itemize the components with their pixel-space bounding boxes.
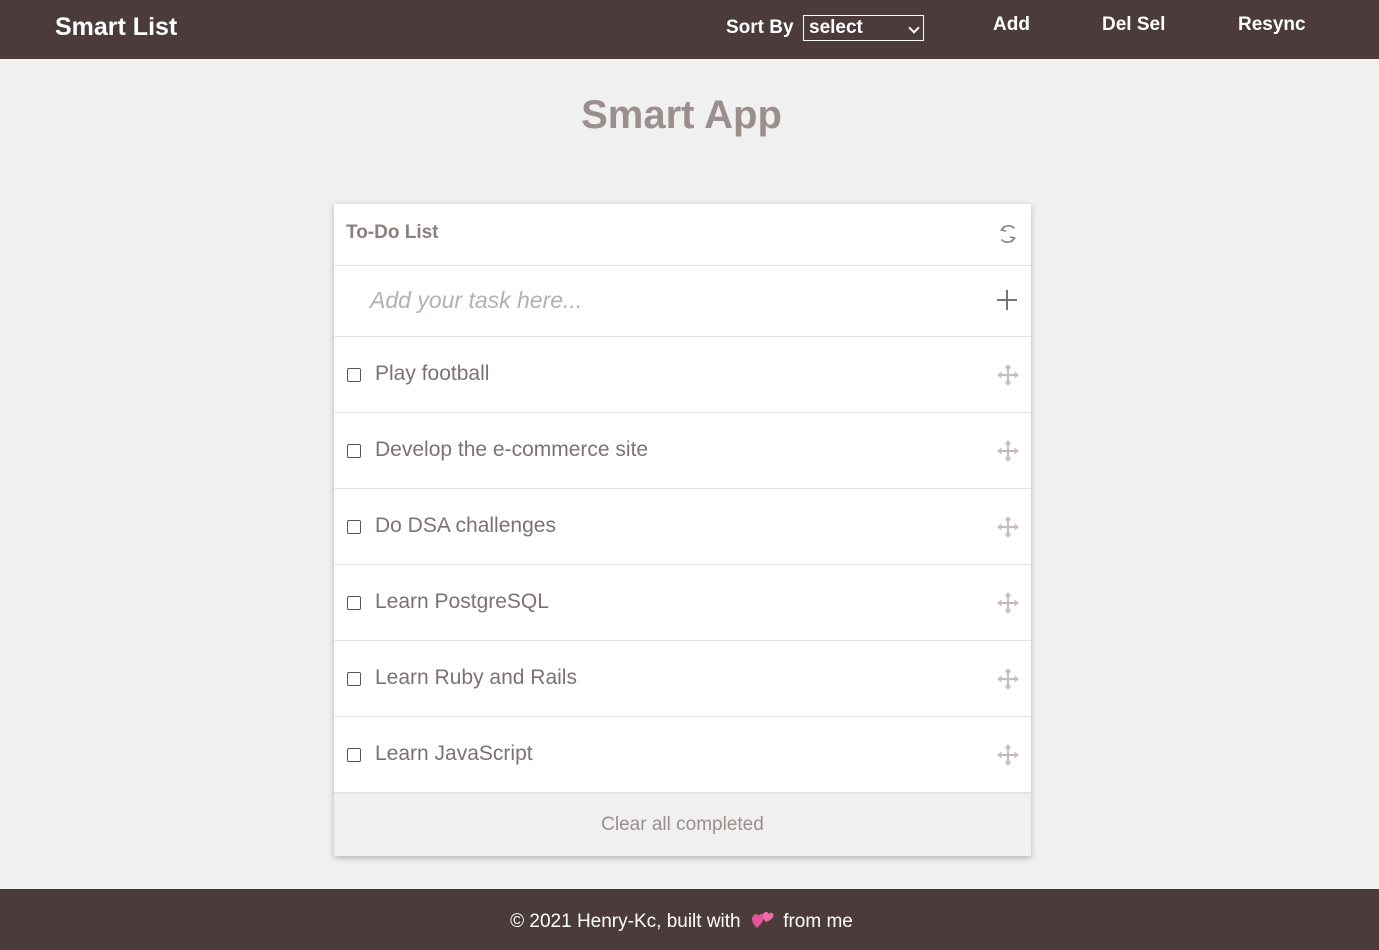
footer-credit-suffix: from me <box>783 911 853 932</box>
heart-icon <box>751 912 774 928</box>
task-item[interactable]: Do DSA challenges <box>334 489 1031 565</box>
task-text[interactable]: Learn JavaScript <box>375 742 533 766</box>
footer-credit: © 2021 Henry-Kc, built with from me <box>0 908 1363 933</box>
brand-title[interactable]: Smart List <box>55 13 177 41</box>
top-navbar: Smart List Sort By select Add Del Sel Re… <box>0 0 1379 59</box>
nav-add-link[interactable]: Add <box>993 14 1030 36</box>
footer-credit-prefix: © 2021 Henry-Kc, built with <box>510 911 741 932</box>
sort-select-value: select <box>809 17 863 38</box>
add-task-row: Add your task here... <box>334 266 1031 337</box>
task-text[interactable]: Do DSA challenges <box>375 514 556 538</box>
move-icon[interactable] <box>997 744 1019 766</box>
page-title: Smart App <box>581 93 782 137</box>
plus-icon[interactable] <box>996 289 1018 311</box>
sort-by-label: Sort By <box>726 17 794 38</box>
nav-delete-selected-link[interactable]: Del Sel <box>1102 14 1165 36</box>
move-icon[interactable] <box>997 668 1019 690</box>
refresh-icon[interactable] <box>996 222 1020 246</box>
task-checkbox[interactable] <box>347 672 361 686</box>
task-text[interactable]: Play football <box>375 362 489 386</box>
todo-card-footer: Clear all completed <box>334 793 1031 856</box>
task-item[interactable]: Play football <box>334 337 1031 413</box>
task-item[interactable]: Learn PostgreSQL <box>334 565 1031 641</box>
move-icon[interactable] <box>997 592 1019 614</box>
task-checkbox[interactable] <box>347 520 361 534</box>
task-item[interactable]: Learn Ruby and Rails <box>334 641 1031 717</box>
move-icon[interactable] <box>997 516 1019 538</box>
todo-card: To-Do List Add your task here... Play fo… <box>334 204 1031 856</box>
task-text[interactable]: Learn Ruby and Rails <box>375 666 577 690</box>
task-item[interactable]: Learn JavaScript <box>334 717 1031 793</box>
task-text[interactable]: Learn PostgreSQL <box>375 590 549 614</box>
page-footer: © 2021 Henry-Kc, built with from me <box>0 889 1379 950</box>
task-checkbox[interactable] <box>347 444 361 458</box>
chevron-down-icon <box>908 22 920 34</box>
task-input[interactable]: Add your task here... <box>370 286 970 318</box>
todo-list-title: To-Do List <box>346 222 439 243</box>
task-checkbox[interactable] <box>347 748 361 762</box>
task-text[interactable]: Develop the e-commerce site <box>375 438 648 462</box>
task-item[interactable]: Develop the e-commerce site <box>334 413 1031 489</box>
task-checkbox[interactable] <box>347 368 361 382</box>
sort-select[interactable]: select <box>803 15 924 41</box>
move-icon[interactable] <box>997 364 1019 386</box>
task-checkbox[interactable] <box>347 596 361 610</box>
move-icon[interactable] <box>997 440 1019 462</box>
todo-card-header: To-Do List <box>334 204 1031 266</box>
nav-resync-link[interactable]: Resync <box>1238 14 1306 36</box>
clear-completed-button[interactable]: Clear all completed <box>334 814 1031 836</box>
